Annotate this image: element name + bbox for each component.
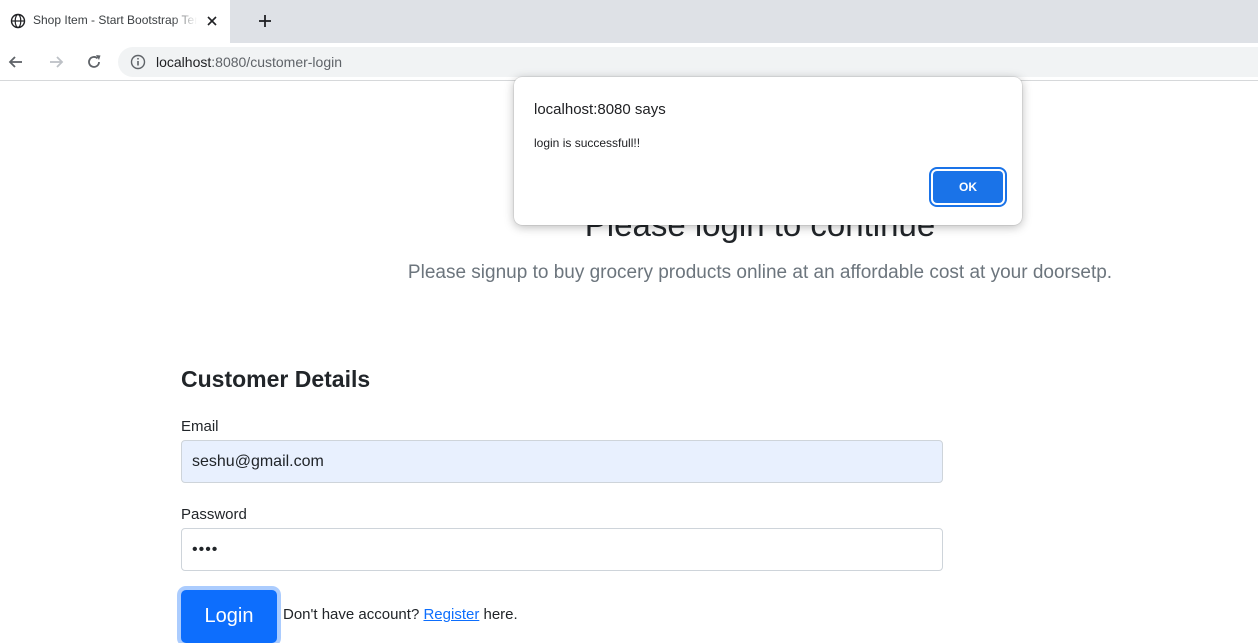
back-arrow-icon[interactable] (6, 52, 26, 72)
dialog-message: login is successfull!! (534, 136, 641, 150)
url-text: localhost:8080/customer-login (156, 54, 342, 70)
info-icon[interactable] (130, 54, 146, 70)
alert-dialog: localhost:8080 says login is successfull… (514, 77, 1022, 225)
password-label: Password (181, 506, 247, 523)
close-icon[interactable] (205, 14, 219, 28)
register-prefix: Don't have account? (283, 606, 424, 623)
register-link[interactable]: Register (423, 606, 479, 623)
reload-icon[interactable] (84, 52, 104, 72)
email-label: Email (181, 418, 219, 435)
address-bar[interactable]: localhost:8080/customer-login (118, 47, 1258, 77)
email-field[interactable] (181, 440, 943, 483)
login-button[interactable]: Login (181, 590, 277, 643)
browser-tabstrip: Shop Item - Start Bootstrap Template (0, 0, 1258, 43)
password-field[interactable] (181, 528, 943, 571)
dialog-title: localhost:8080 says (534, 101, 666, 118)
plus-icon[interactable] (256, 12, 274, 30)
register-suffix: here. (479, 606, 518, 623)
ok-button[interactable]: OK (933, 171, 1003, 203)
url-path: :8080/customer-login (211, 54, 343, 70)
url-host: localhost (156, 54, 212, 70)
globe-icon (10, 13, 26, 29)
section-title: Customer Details (181, 366, 371, 392)
browser-tab[interactable]: Shop Item - Start Bootstrap Template (0, 0, 230, 43)
tab-title: Shop Item - Start Bootstrap Template (33, 13, 197, 27)
register-prompt: Don't have account? Register here. (283, 606, 518, 623)
forward-arrow-icon[interactable] (46, 52, 66, 72)
page-lead: Please signup to buy grocery products on… (407, 262, 1113, 283)
browser-toolbar: localhost:8080/customer-login (0, 43, 1258, 81)
